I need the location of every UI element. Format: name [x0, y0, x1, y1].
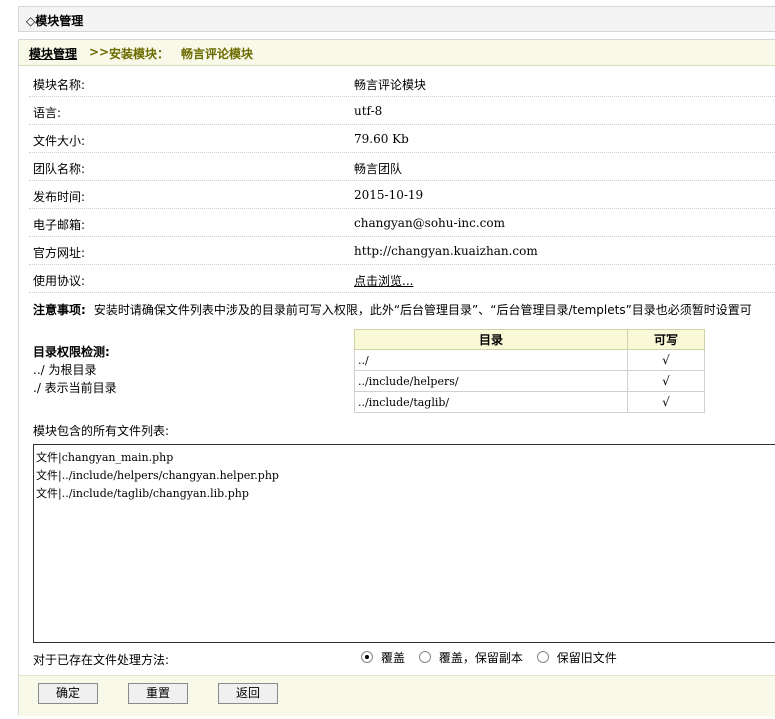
info-row-team-name: 团队名称: 畅言团队 [29, 153, 775, 181]
info-label: 发布时间: [33, 190, 86, 204]
info-row-email: 电子邮箱: changyan@sohu-inc.com [29, 209, 775, 237]
column-directory: 目录 [354, 329, 628, 350]
info-label: 模块名称: [33, 78, 86, 92]
table-row: ../include/helpers/ √ [354, 370, 705, 392]
info-value: 畅言评论模块 [354, 78, 427, 92]
back-button[interactable]: 返回 [218, 683, 278, 704]
breadcrumb-separator: >> [89, 45, 110, 59]
info-row-language: 语言: utf-8 [29, 97, 775, 125]
info-label: 语言: [33, 106, 62, 120]
file-list-line: 文件|../include/helpers/changyan.helper.ph… [36, 469, 279, 482]
breadcrumb-module-management-link[interactable]: 模块管理 [29, 45, 77, 62]
radio-label-keep-old-file: 保留旧文件 [556, 651, 617, 665]
module-management-title-bar: ◇模块管理 [18, 6, 775, 32]
existing-file-handling-label: 对于已存在文件处理方法: [33, 653, 170, 667]
radio-label-overwrite: 覆盖 [381, 651, 406, 665]
file-list-line: 文件|../include/taglib/changyan.lib.php [36, 487, 249, 500]
info-label: 电子邮箱: [33, 218, 86, 232]
directory-permission-check: 目录权限检测: ../ 为根目录 ./ 表示当前目录 [33, 343, 117, 397]
file-list-line: 文件|changyan_main.php [36, 451, 174, 464]
info-value: utf-8 [354, 104, 383, 118]
info-row-module-name: 模块名称: 畅言评论模块 [29, 69, 775, 97]
info-row-website: 官方网址: http://changyan.kuaizhan.com [29, 237, 775, 265]
info-value: 2015-10-19 [354, 188, 424, 202]
table-row: ../include/taglib/ √ [354, 391, 705, 413]
notice-label: 注意事项: [33, 303, 86, 317]
breadcrumb-module-name: 畅言评论模块 [181, 47, 254, 61]
info-label: 官方网址: [33, 246, 86, 260]
info-label: 使用协议: [33, 274, 86, 288]
install-module-panel: 模块管理 >> 安装模块： 畅言评论模块 模块名称: 畅言评论模块 语言: ut… [18, 39, 775, 716]
license-view-link[interactable]: 点击浏览... [354, 272, 413, 289]
directory-root-hint: ../ 为根目录 [33, 363, 97, 377]
directory-path: ../include/helpers/ [354, 370, 628, 392]
radio-label-overwrite-keep-copy: 覆盖，保留副本 [438, 651, 523, 665]
info-label: 文件大小: [33, 134, 86, 148]
notice-text: 安装时请确保文件列表中涉及的目录前可写入权限，此外“后台管理目录”、“后台管理目… [93, 303, 752, 317]
writable-check-icon: √ [627, 349, 705, 371]
install-notice: 注意事项: 安装时请确保文件列表中涉及的目录前可写入权限，此外“后台管理目录”、“… [33, 301, 775, 318]
directory-permission-table: 目录 可写 ../ √ ../include/helpers/ √ ../inc… [354, 329, 705, 413]
radio-overwrite[interactable] [361, 651, 373, 663]
reset-button[interactable]: 重置 [128, 683, 188, 704]
existing-file-handling-options: 覆盖 覆盖，保留副本 保留旧文件 [361, 649, 627, 666]
directory-current-hint: ./ 表示当前目录 [33, 381, 117, 395]
page-title: ◇模块管理 [26, 14, 84, 28]
confirm-button[interactable]: 确定 [38, 683, 98, 704]
radio-overwrite-keep-copy[interactable] [418, 651, 431, 663]
info-value: 79.60 Kb [354, 132, 409, 146]
file-list-textarea[interactable]: 文件|changyan_main.php 文件|../include/helpe… [33, 444, 775, 643]
info-label: 团队名称: [33, 162, 86, 176]
column-writable: 可写 [627, 329, 705, 350]
info-value: http://changyan.kuaizhan.com [354, 244, 538, 258]
info-row-file-size: 文件大小: 79.60 Kb [29, 125, 775, 153]
writable-check-icon: √ [627, 391, 705, 413]
directory-path: ../include/taglib/ [354, 391, 628, 413]
radio-keep-old-file[interactable] [536, 651, 549, 663]
form-button-bar: 确定 重置 返回 [19, 675, 775, 716]
info-value: 畅言团队 [354, 162, 403, 176]
page: ◇模块管理 模块管理 >> 安装模块： 畅言评论模块 模块名称: 畅言评论模块 … [0, 0, 775, 719]
directory-path: ../ [354, 349, 628, 371]
info-row-release-date: 发布时间: 2015-10-19 [29, 181, 775, 209]
writable-check-icon: √ [627, 370, 705, 392]
info-row-license: 使用协议: 点击浏览... [29, 265, 775, 293]
directory-check-title: 目录权限检测: [33, 345, 110, 359]
file-list-label: 模块包含的所有文件列表: [33, 424, 170, 438]
breadcrumb: 模块管理 >> 安装模块： 畅言评论模块 [19, 40, 775, 66]
info-value: changyan@sohu-inc.com [354, 216, 505, 230]
table-row: ../ √ [354, 349, 705, 371]
breadcrumb-install-step: 安装模块： [109, 47, 170, 61]
table-header-row: 目录 可写 [354, 329, 705, 350]
